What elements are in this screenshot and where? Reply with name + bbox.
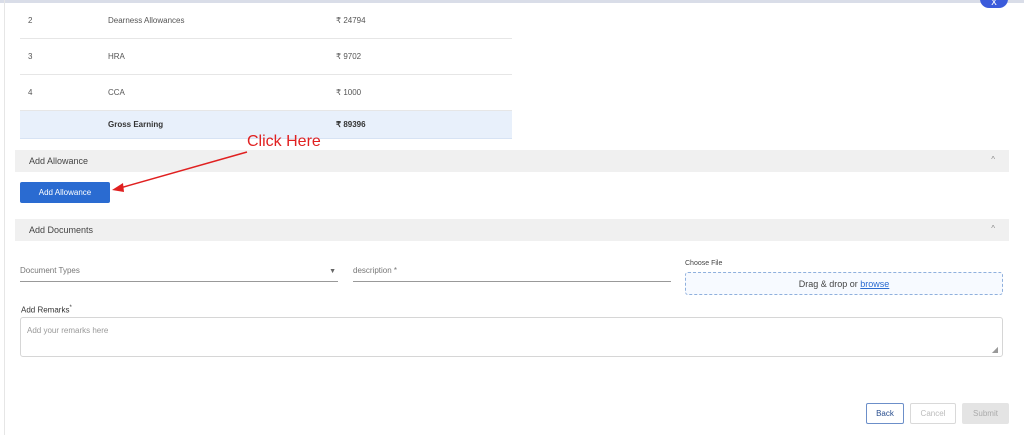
back-button[interactable]: Back bbox=[866, 403, 904, 424]
gross-earning-amount: ₹ 89396 bbox=[336, 120, 366, 129]
remarks-placeholder: Add your remarks here bbox=[27, 326, 109, 335]
table-row: 4 CCA ₹ 1000 bbox=[20, 75, 512, 111]
close-icon: x bbox=[991, 0, 997, 8]
row-amount: ₹ 1000 bbox=[336, 88, 362, 97]
description-placeholder: description * bbox=[353, 266, 398, 275]
add-documents-section-header[interactable]: Add Documents ^ bbox=[15, 219, 1009, 241]
row-name: Dearness Allowances bbox=[108, 16, 185, 25]
chevron-up-icon[interactable]: ^ bbox=[991, 155, 995, 164]
section-title: Add Allowance bbox=[29, 156, 89, 166]
close-button[interactable]: x bbox=[980, 0, 1008, 8]
click-here-annotation: Click Here bbox=[247, 133, 321, 150]
row-name: HRA bbox=[108, 52, 125, 61]
table-row: 2 Dearness Allowances ₹ 24794 bbox=[20, 3, 512, 39]
document-types-placeholder: Document Types bbox=[20, 266, 80, 275]
row-amount: ₹ 9702 bbox=[336, 52, 362, 61]
browse-link[interactable]: browse bbox=[860, 279, 889, 289]
row-index: 2 bbox=[28, 16, 33, 25]
dropzone-text: Drag & drop or bbox=[798, 279, 858, 289]
resize-grip-icon[interactable]: ◢ bbox=[992, 345, 998, 354]
row-name: CCA bbox=[108, 88, 125, 97]
table-row: 3 HRA ₹ 9702 bbox=[20, 39, 512, 75]
caret-down-icon: ▼ bbox=[329, 268, 336, 275]
row-amount: ₹ 24794 bbox=[336, 16, 366, 25]
chevron-up-icon[interactable]: ^ bbox=[991, 224, 995, 233]
remarks-label: Add Remarks* bbox=[21, 305, 72, 315]
document-types-select[interactable]: Document Types ▼ bbox=[20, 266, 338, 282]
earnings-table: 2 Dearness Allowances ₹ 24794 3 HRA ₹ 97… bbox=[20, 3, 512, 139]
choose-file-label: Choose File bbox=[685, 260, 723, 267]
cancel-button[interactable]: Cancel bbox=[910, 403, 956, 424]
left-frame-border bbox=[4, 0, 5, 435]
required-mark: * bbox=[69, 305, 72, 311]
section-title: Add Documents bbox=[29, 225, 94, 235]
description-input[interactable]: description * bbox=[353, 266, 671, 282]
gross-earning-label: Gross Earning bbox=[108, 120, 164, 129]
submit-button[interactable]: Submit bbox=[962, 403, 1009, 424]
row-index: 4 bbox=[28, 88, 33, 97]
file-dropzone[interactable]: Drag & drop or browse bbox=[685, 272, 1003, 295]
remarks-textarea[interactable]: Add your remarks here ◢ bbox=[20, 317, 1003, 357]
add-allowance-section-header[interactable]: Add Allowance ^ bbox=[15, 150, 1009, 172]
add-allowance-button[interactable]: Add Allowance bbox=[20, 182, 110, 203]
row-index: 3 bbox=[28, 52, 33, 61]
